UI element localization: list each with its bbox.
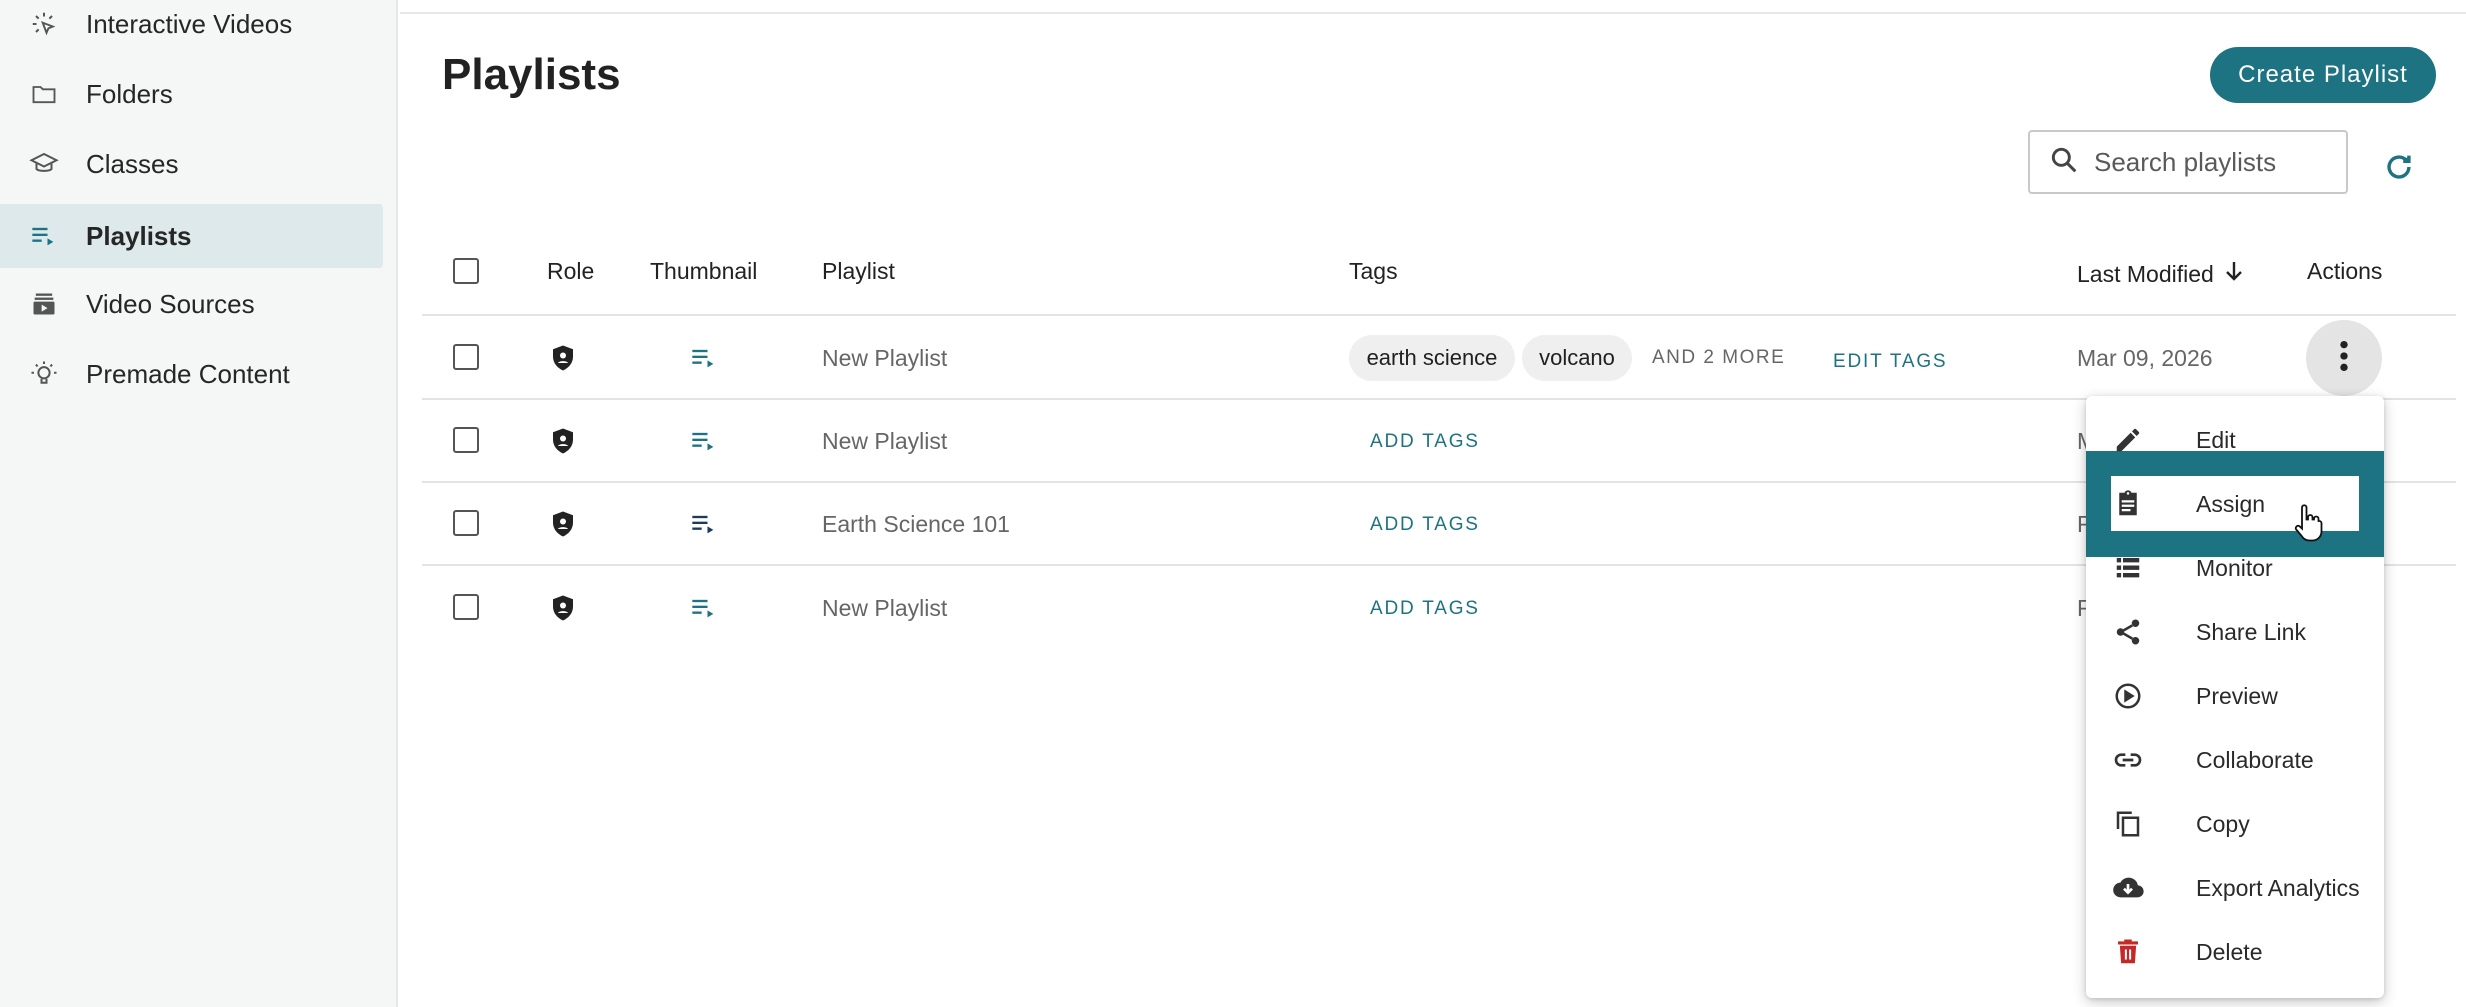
header-actions: Actions: [2307, 258, 2383, 284]
menu-item-label: Preview: [2196, 682, 2278, 709]
header-last-modified[interactable]: Last Modified: [2077, 258, 2246, 290]
shield-icon: [548, 593, 578, 623]
shield-icon: [548, 509, 578, 539]
header-divider: [422, 314, 2456, 316]
hand-cursor-icon: [2290, 504, 2326, 544]
menu-item-label: Monitor: [2196, 554, 2273, 581]
graduation-cap-icon: [28, 148, 60, 180]
header-playlist: Playlist: [822, 258, 895, 284]
playlist-icon: [690, 510, 718, 538]
more-tags-label: AND 2 MORE: [1652, 347, 1786, 368]
sidebar-item-folders[interactable]: Folders: [0, 62, 383, 126]
row-checkbox[interactable]: [453, 344, 479, 370]
playlist-name[interactable]: Earth Science 101: [822, 511, 1010, 538]
trash-icon: [2112, 936, 2144, 968]
playlist-name[interactable]: New Playlist: [822, 595, 947, 622]
actions-menu-button[interactable]: [2306, 320, 2382, 396]
search-input[interactable]: [2094, 146, 2324, 178]
menu-item-label: Assign: [2196, 490, 2266, 517]
sidebar-item-label: Playlists: [86, 220, 192, 251]
header-tags: Tags: [1349, 258, 1398, 284]
shield-icon: [548, 426, 578, 456]
playlist-name[interactable]: New Playlist: [822, 428, 947, 455]
sidebar-item-label: Folders: [86, 78, 173, 109]
add-tags-button[interactable]: ADD TAGS: [1370, 431, 1480, 453]
sidebar-item-label: Classes: [86, 148, 179, 179]
playlist-name[interactable]: New Playlist: [822, 345, 947, 372]
sidebar-item-video-sources[interactable]: Video Sources: [0, 272, 383, 336]
row-checkbox[interactable]: [453, 594, 479, 620]
menu-item-label: Collaborate: [2196, 746, 2314, 773]
link-icon: [2112, 744, 2144, 776]
sidebar-item-premade-content[interactable]: Premade Content: [0, 342, 383, 406]
add-tags-button[interactable]: ADD TAGS: [1370, 514, 1480, 536]
tag-chip: volcano: [1522, 335, 1632, 381]
select-all-checkbox[interactable]: [453, 258, 479, 284]
sidebar-item-label: Video Sources: [86, 288, 255, 319]
sidebar-item-interactive-videos[interactable]: Interactive Videos: [0, 0, 383, 56]
more-vertical-icon: [2337, 339, 2351, 378]
page-title: Playlists: [442, 50, 621, 99]
sidebar-item-playlists[interactable]: Playlists: [0, 204, 383, 268]
row-checkbox[interactable]: [453, 427, 479, 453]
top-divider: [400, 12, 2466, 14]
search-icon: [2048, 144, 2080, 181]
clipboard-icon: [2112, 488, 2144, 520]
playlist-icon: [690, 594, 718, 622]
share-icon: [2112, 616, 2144, 648]
menu-item-label: Export Analytics: [2196, 874, 2360, 901]
playlist-icon: [690, 344, 718, 372]
menu-item-label: Copy: [2196, 810, 2250, 837]
header-thumbnail: Thumbnail: [650, 258, 758, 284]
pencil-icon: [2112, 424, 2144, 456]
folder-icon: [28, 78, 60, 110]
arrow-down-icon: [2222, 258, 2246, 290]
menu-item-label: Delete: [2196, 938, 2263, 965]
shield-icon: [548, 343, 578, 373]
video-library-icon: [28, 288, 60, 320]
playlist-icon: [690, 427, 718, 455]
copy-icon: [2112, 808, 2144, 840]
refresh-icon[interactable]: [2382, 150, 2416, 184]
search-box[interactable]: [2028, 130, 2348, 194]
sidebar-item-label: Interactive Videos: [86, 8, 293, 39]
menu-item-label: Edit: [2196, 426, 2236, 453]
create-playlist-button[interactable]: Create Playlist: [2210, 47, 2436, 103]
header-role: Role: [547, 258, 595, 284]
list-icon: [2112, 552, 2144, 584]
tag-chip: earth science: [1349, 335, 1515, 381]
last-modified-date: Mar 09, 2026: [2077, 345, 2213, 371]
header-last-modified-label: Last Modified: [2077, 260, 2214, 287]
play-circle-icon: [2112, 680, 2144, 712]
playlist-icon: [28, 220, 60, 252]
edit-tags-button[interactable]: EDIT TAGS: [1833, 351, 1947, 373]
menu-item-label: Share Link: [2196, 618, 2306, 645]
cursor-click-icon: [28, 8, 60, 40]
cloud-download-icon: [2112, 872, 2144, 904]
row-checkbox[interactable]: [453, 510, 479, 536]
sidebar-item-label: Premade Content: [86, 358, 290, 389]
add-tags-button[interactable]: ADD TAGS: [1370, 598, 1480, 620]
sidebar-item-classes[interactable]: Classes: [0, 132, 383, 196]
lightbulb-icon: [28, 358, 60, 390]
sidebar: Interactive Videos Folders Classes Playl…: [0, 0, 398, 1007]
